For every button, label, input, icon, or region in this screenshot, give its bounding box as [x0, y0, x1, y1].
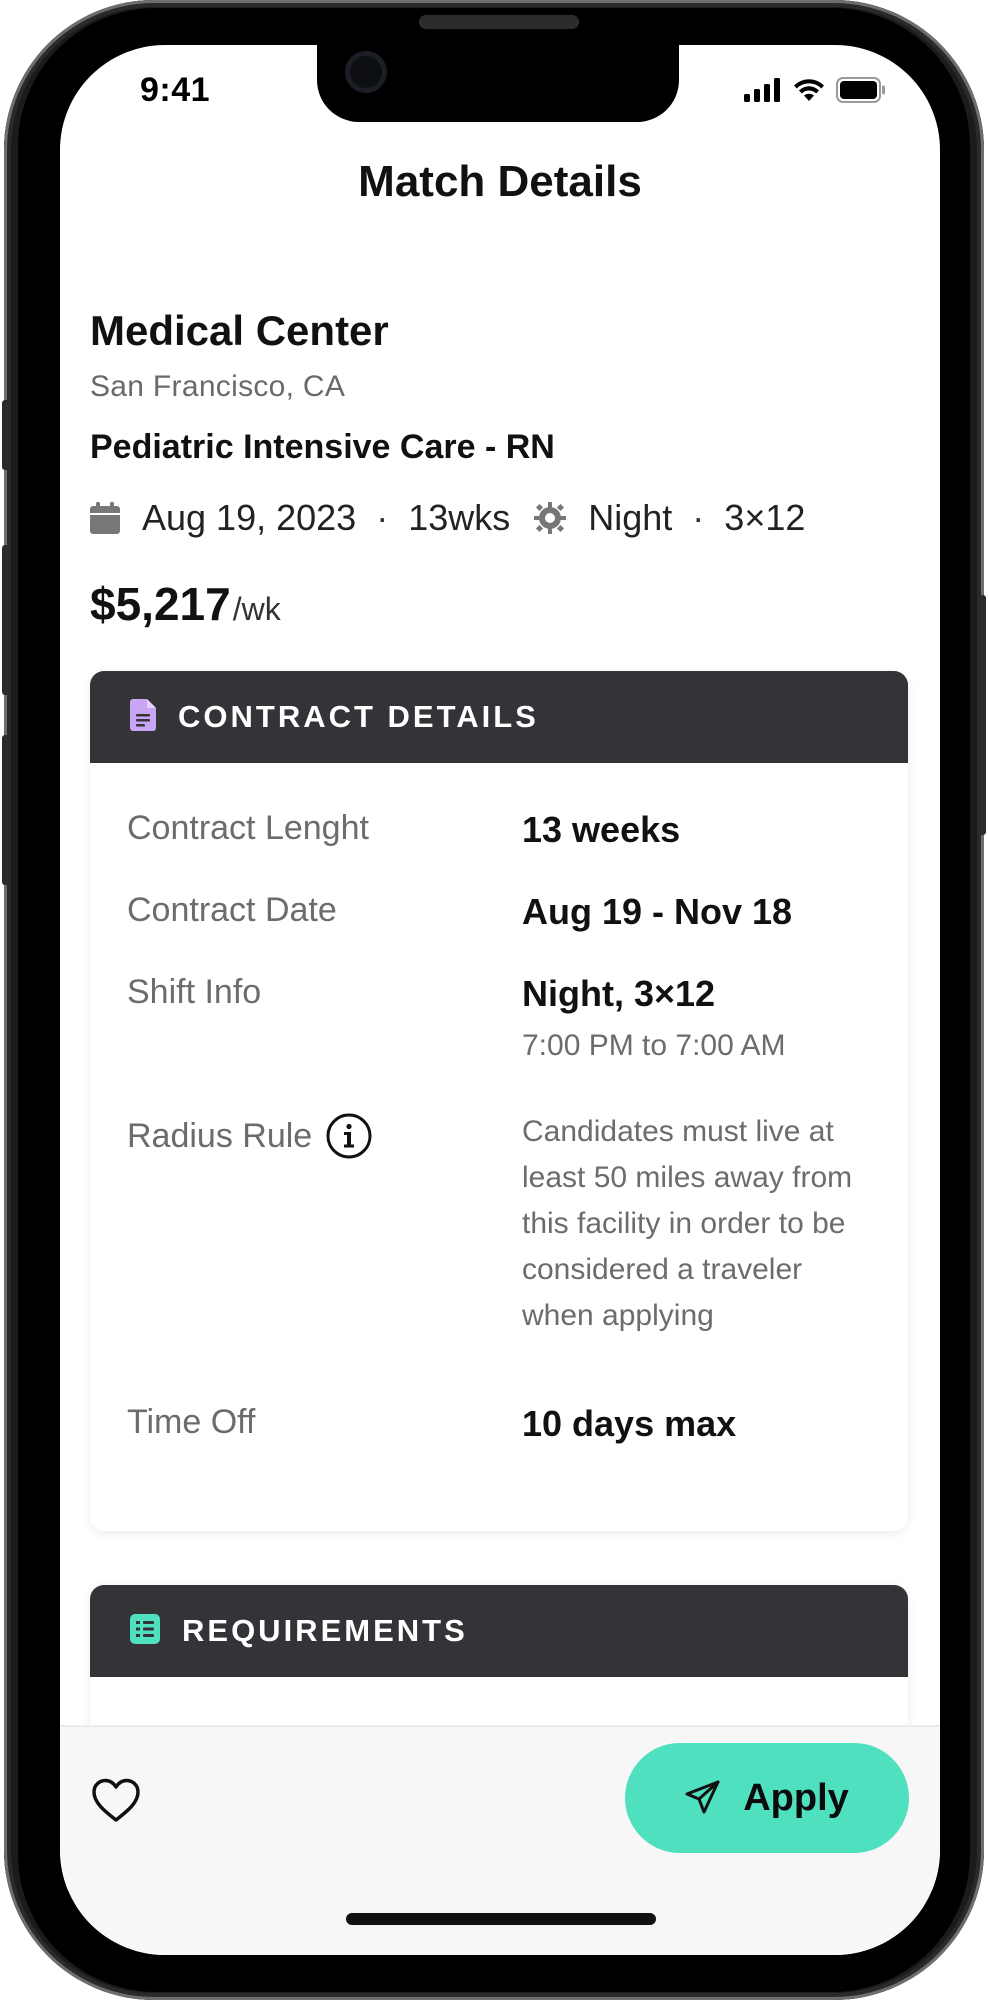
contract-date-value: Aug 19 - Nov 18: [522, 891, 793, 932]
shift-info-label: Shift Info: [127, 973, 262, 1011]
sun-icon: [534, 502, 567, 534]
info-icon[interactable]: [326, 1113, 372, 1159]
radius-rule-description: Candidates must live at least 50 miles a…: [522, 1115, 853, 1332]
status-time: 9:41: [140, 71, 211, 109]
battery-icon: [836, 77, 886, 108]
send-icon: [685, 1779, 721, 1818]
calendar-icon: [90, 502, 120, 534]
status-icons: [744, 77, 886, 108]
page-title: Match Details: [358, 157, 642, 206]
requirements-title: REQUIREMENTS: [182, 1613, 468, 1648]
pay-row: $5,217 /wk: [90, 577, 281, 631]
front-camera: [345, 51, 387, 93]
radius-rule-label-group: Radius Rule: [127, 1113, 372, 1159]
separator-dot: ·: [376, 497, 389, 538]
mute-switch: [2, 400, 10, 470]
requirements-header[interactable]: REQUIREMENTS: [90, 1585, 908, 1677]
time-off-label: Time Off: [127, 1403, 256, 1441]
screen: 9:41 Match Details Medical Center San Fr…: [60, 45, 940, 1955]
volume-up-button: [2, 545, 10, 695]
speaker-grille: [419, 15, 579, 29]
contract-length-label: Contract Lenght: [127, 809, 369, 847]
shift-type: Night: [588, 497, 673, 538]
wifi-icon: [792, 77, 826, 108]
facility-name: Medical Center: [90, 307, 389, 354]
start-date: Aug 19, 2023: [142, 497, 357, 538]
contract-details-title: CONTRACT DETAILS: [178, 699, 539, 734]
facility-location: San Francisco, CA: [90, 370, 346, 403]
home-indicator[interactable]: [346, 1913, 656, 1925]
apply-button[interactable]: Apply: [625, 1743, 909, 1853]
heart-icon: [91, 1778, 141, 1829]
signal-icon: [744, 78, 782, 107]
shift-schedule: 3×12: [724, 497, 806, 538]
contract-details-card: CONTRACT DETAILS Contract Lenght 13 week…: [90, 671, 908, 1531]
phone-frame: 9:41 Match Details Medical Center San Fr…: [2, 0, 986, 2000]
apply-button-label: Apply: [743, 1776, 849, 1819]
notch: [317, 45, 679, 122]
pay-amount: $5,217: [90, 578, 231, 630]
pay-unit: /wk: [232, 591, 281, 627]
radius-rule-label: Radius Rule: [127, 1116, 313, 1155]
duration: 13wks: [408, 497, 511, 538]
shift-hours: 7:00 PM to 7:00 AM: [522, 1029, 786, 1062]
job-title: Pediatric Intensive Care - RN: [90, 428, 555, 466]
time-off-value: 10 days max: [522, 1403, 737, 1444]
favorite-button[interactable]: [90, 1777, 142, 1829]
power-button: [978, 595, 986, 835]
volume-down-button: [2, 735, 10, 885]
contract-length-value: 13 weeks: [522, 809, 681, 850]
contract-date-label: Contract Date: [127, 891, 337, 929]
contract-details-header: CONTRACT DETAILS: [90, 671, 908, 763]
separator-dot: ·: [692, 497, 705, 538]
document-icon: [130, 698, 156, 736]
shift-info-value: Night, 3×12: [522, 973, 716, 1014]
checklist-icon: [130, 1613, 160, 1649]
job-meta-row: Aug 19, 2023 · 13wks Night · 3×12: [90, 497, 805, 539]
